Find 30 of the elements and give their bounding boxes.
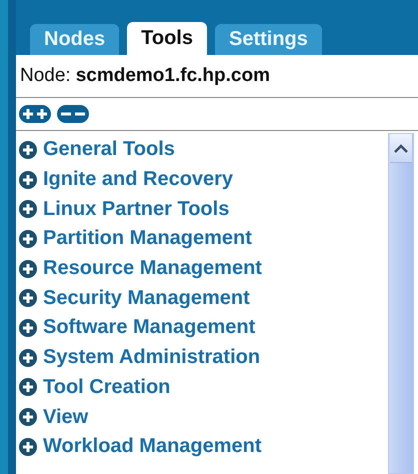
tree-item[interactable]: View [43, 406, 88, 429]
plus-circle-icon[interactable] [19, 378, 37, 396]
tab[interactable]: Nodes [30, 24, 120, 55]
tab[interactable]: Settings [214, 24, 322, 55]
plus-circle-icon[interactable] [19, 318, 37, 337]
collapse-all-icon [57, 105, 89, 123]
tree-item[interactable]: Linux Partner Tools [43, 198, 230, 221]
expand-all-icon [19, 105, 51, 123]
tab[interactable]: Tools [127, 22, 207, 55]
plus-circle-icon[interactable] [19, 140, 37, 159]
tree-item[interactable]: Ignite and Recovery [43, 168, 234, 192]
plus-circle-icon[interactable] [19, 260, 37, 278]
node-name: scmdemo1.fc.hp.com [76, 65, 270, 87]
tree-item[interactable]: Software Management [43, 316, 256, 340]
tree-item[interactable]: System Administration [43, 346, 260, 370]
tree-item[interactable]: General Tools [43, 138, 175, 162]
plus-circle-icon[interactable] [19, 438, 37, 456]
plus-circle-icon[interactable] [19, 348, 37, 367]
tree-item[interactable]: Tool Creation [43, 376, 170, 399]
plus-circle-icon[interactable] [19, 289, 37, 308]
tree-item[interactable]: Partition Management [43, 227, 252, 250]
tree-item[interactable]: Security Management [43, 286, 250, 310]
scrollbar[interactable] [388, 133, 414, 474]
plus-circle-icon[interactable] [19, 200, 37, 218]
plus-circle-icon[interactable] [19, 170, 37, 189]
plus-circle-icon[interactable] [19, 408, 37, 426]
tree-item[interactable]: Resource Management [43, 257, 262, 280]
node-label: Node: [20, 65, 71, 87]
plus-circle-icon[interactable] [19, 230, 37, 248]
tree-item[interactable]: Workload Management [43, 435, 262, 458]
